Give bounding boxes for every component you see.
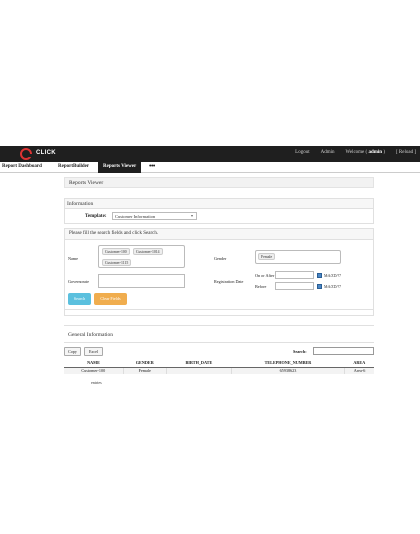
menu-item-reports-viewer[interactable]: Reports Viewer: [98, 162, 142, 173]
results-table: NAME GENDER BIRTH_DATE TELEPHONE_NUMBER …: [64, 359, 374, 374]
governorate-label: Governorate: [68, 279, 89, 284]
brand-name: CLICK: [36, 150, 56, 156]
name-chip[interactable]: Customer-1115: [102, 259, 132, 266]
registration-date-label: Registration Date: [214, 279, 244, 284]
table-search-input[interactable]: [313, 347, 374, 355]
excel-button[interactable]: Excel: [84, 347, 103, 356]
search-instruction: Please fill the search fields and click …: [65, 229, 373, 240]
app-window: CLICK Logout Admin Welcome ( admin ) [ R…: [0, 146, 420, 386]
column-header-area[interactable]: AREA: [344, 359, 374, 368]
copy-button[interactable]: Copy: [64, 347, 81, 356]
menu-item-report-dashboard[interactable]: Report Dashboard: [2, 164, 42, 169]
top-bar: CLICK Logout Admin Welcome ( admin ) [ R…: [0, 146, 420, 162]
main-menu: Report Dashboard ReportBuilder Reports V…: [0, 162, 420, 173]
column-header-name[interactable]: NAME: [64, 359, 124, 368]
template-label: Template:: [85, 214, 107, 219]
name-chip[interactable]: Customer-1014: [133, 248, 163, 255]
table-row[interactable]: Customer-100 Female 65938623 Area-6: [64, 367, 374, 374]
general-information-title: General Information: [64, 325, 374, 343]
date-format-hint: M/d/ZD/?7: [324, 285, 342, 289]
click-logo-icon: [20, 148, 33, 160]
column-header-gender[interactable]: GENDER: [123, 359, 167, 368]
column-header-telephone-number[interactable]: TELEPHONE_NUMBER: [231, 359, 345, 368]
gender-label: Gender: [214, 256, 227, 261]
before-label: Before: [255, 284, 267, 289]
calendar-icon[interactable]: [317, 273, 322, 278]
template-select[interactable]: Customer Information ▾: [112, 212, 197, 220]
reload-link[interactable]: [ Reload ]: [396, 150, 416, 155]
page-title: Reports Viewer: [64, 177, 374, 188]
column-header-birth-date[interactable]: BIRTH_DATE: [166, 359, 232, 368]
date-format-hint: M/d/ZD/?7: [324, 274, 342, 278]
cell-area: Area-6: [344, 367, 374, 374]
menu-more-icon[interactable]: •••: [149, 162, 155, 170]
welcome-user: admin: [368, 150, 383, 155]
name-chip[interactable]: Customer-100: [102, 248, 130, 255]
search-button[interactable]: Search: [68, 293, 91, 305]
on-after-date-input[interactable]: [275, 271, 314, 279]
information-header: Information: [65, 199, 373, 209]
gender-chip[interactable]: Female: [258, 253, 276, 260]
governorate-input[interactable]: [98, 274, 185, 288]
on-after-label: On or After: [255, 273, 275, 278]
logout-link[interactable]: Logout: [295, 150, 309, 155]
general-information-panel: General Information Copy Excel Search: N…: [64, 325, 374, 386]
calendar-icon[interactable]: [317, 284, 322, 289]
table-search-label: Search:: [293, 349, 307, 354]
template-value: Customer Information: [115, 214, 156, 219]
information-panel: Information Template: Customer Informati…: [64, 198, 374, 224]
chevron-down-icon: ▾: [190, 213, 193, 218]
menu-item-reportbuilder[interactable]: ReportBuilder: [58, 164, 89, 169]
before-date-input[interactable]: [275, 282, 314, 290]
name-multiselect[interactable]: Customer-100 Customer-1014 Customer-1115: [98, 245, 185, 268]
welcome-text: Welcome ( admin ): [345, 150, 385, 155]
entries-info: entries: [91, 380, 102, 385]
cell-telephone-number: 65938623: [230, 367, 345, 374]
top-links: Logout Admin Welcome ( admin ) [ Reload …: [295, 150, 416, 155]
gender-multiselect[interactable]: Female: [255, 250, 341, 264]
search-panel-footer: [65, 309, 373, 316]
main-content: Reports Viewer Information Template: Cus…: [64, 177, 374, 374]
cell-name: Customer-100: [64, 367, 124, 374]
cell-gender: Female: [122, 367, 167, 374]
cell-birth-date: [165, 367, 232, 374]
name-label: Name: [68, 256, 78, 261]
admin-link[interactable]: Admin: [321, 150, 335, 155]
search-panel: Please fill the search fields and click …: [64, 228, 374, 316]
clear-fields-button[interactable]: Clear Fields: [94, 293, 127, 305]
